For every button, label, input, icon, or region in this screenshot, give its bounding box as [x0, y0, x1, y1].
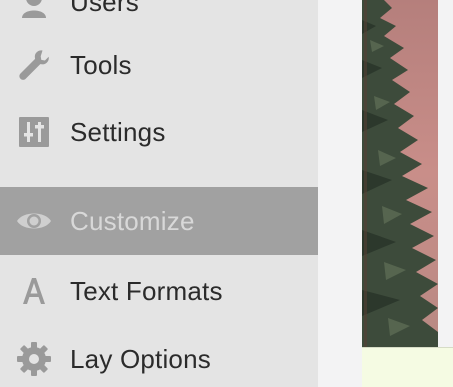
sidebar-item-tools[interactable]: Tools — [0, 32, 318, 98]
sidebar-item-lay-options[interactable]: Lay Options — [0, 326, 318, 387]
sidebar-item-label: Tools — [70, 49, 132, 80]
sidebar-item-label: Lay Options — [70, 343, 211, 374]
admin-screen: Users Tools Settings Customize Text Form… — [0, 0, 453, 387]
admin-sidebar: Users Tools Settings Customize Text Form… — [0, 0, 318, 387]
wrench-icon — [16, 47, 52, 83]
users-icon — [16, 0, 52, 20]
sidebar-item-settings[interactable]: Settings — [0, 99, 318, 165]
sidebar-item-label: Settings — [70, 116, 166, 147]
eye-icon — [16, 203, 52, 239]
sidebar-item-label: Users — [70, 0, 139, 17]
preview-image-tree — [362, 0, 438, 347]
sidebar-item-customize[interactable]: Customize — [0, 187, 318, 255]
preview-bottom-strip — [362, 347, 453, 387]
sidebar-item-text-formats[interactable]: Text Formats — [0, 258, 318, 324]
settings-sliders-icon — [16, 114, 52, 150]
sidebar-item-label: Customize — [70, 205, 195, 236]
sidebar-item-label: Text Formats — [70, 275, 223, 306]
sidebar-item-users[interactable]: Users — [0, 0, 318, 35]
gear-icon — [16, 341, 52, 377]
letter-a-icon — [16, 273, 52, 309]
